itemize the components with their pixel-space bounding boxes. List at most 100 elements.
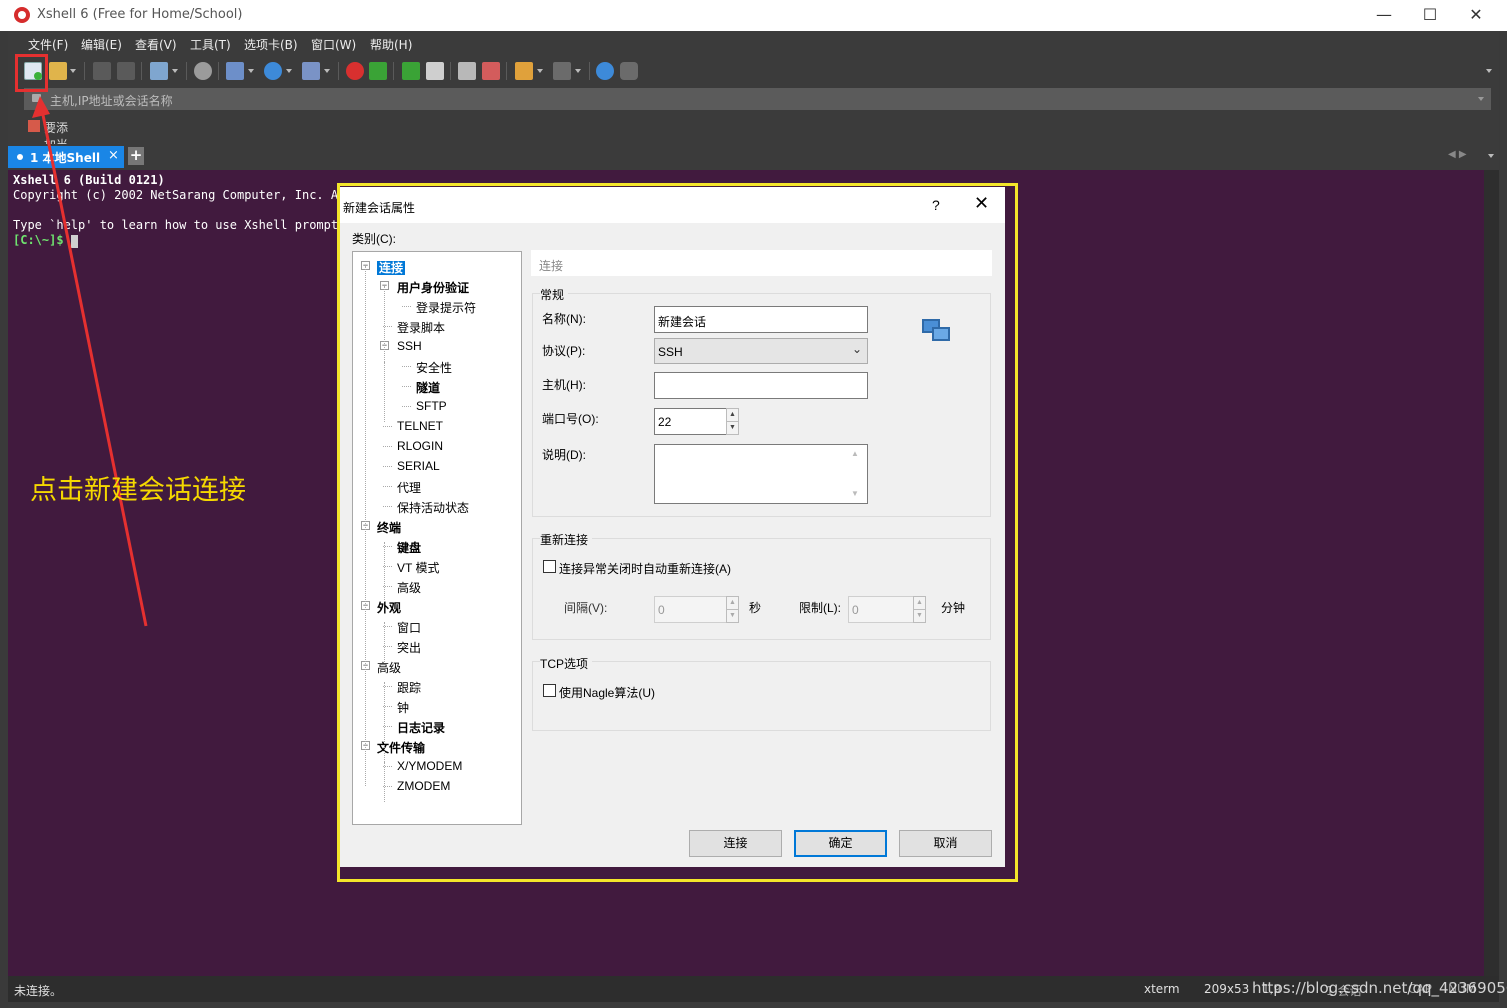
limit-label: 限制(L): (799, 601, 842, 615)
port-decrement-button[interactable]: ▼ (726, 421, 739, 435)
tree-item[interactable]: 钟 (397, 699, 409, 716)
tree-item-label: 连接 (377, 261, 406, 275)
tree-guide (365, 266, 366, 786)
ok-button[interactable]: 确定 (794, 830, 887, 857)
tree-item[interactable]: SSH (397, 339, 422, 353)
arrow-head (32, 96, 50, 118)
limit-unit: 分钟 (941, 601, 966, 615)
tree-item[interactable]: TELNET (397, 419, 443, 433)
tree-item[interactable]: 高级 (377, 659, 401, 676)
tree-item-label: 安全性 (416, 361, 453, 375)
nagle-checkbox[interactable] (543, 684, 556, 697)
limit-field[interactable]: 0 (848, 596, 914, 623)
tree-item-label: 登录脚本 (397, 321, 446, 335)
tree-connector (402, 386, 411, 387)
tree-item[interactable]: 代理 (397, 479, 421, 496)
tree-item[interactable]: 日志记录 (397, 719, 445, 736)
interval-label: 间隔(V): (564, 601, 608, 615)
connect-button[interactable]: 连接 (689, 830, 782, 857)
reconnect-group-title: 重新连接 (540, 531, 593, 548)
tree-item-label: 窗口 (397, 621, 422, 635)
auto-reconnect-checkbox[interactable] (543, 560, 556, 573)
tree-connector (402, 406, 411, 407)
tree-item-label: 跟踪 (397, 681, 422, 695)
tree-guide (384, 362, 385, 422)
tree-item[interactable]: 跟踪 (397, 679, 421, 696)
tree-guide (384, 622, 385, 662)
tree-item[interactable]: 高级 (397, 579, 421, 596)
tree-connector (383, 466, 392, 467)
protocol-value: SSH (658, 345, 683, 359)
dialog-titlebar: 新建会话属性 ? ✕ (340, 187, 1005, 223)
tree-item[interactable]: 保持活动状态 (397, 499, 469, 516)
tree-item[interactable]: X/YMODEM (397, 759, 462, 773)
tcp-group-title: TCP选项 (540, 655, 593, 672)
tree-connector (402, 366, 411, 367)
tree-item-label: 外观 (377, 601, 402, 615)
interval-decrement-button[interactable]: ▼ (726, 609, 739, 623)
tree-item[interactable]: VT 模式 (397, 559, 439, 576)
dialog-help-button[interactable]: ? (932, 197, 940, 213)
reconnect-group (532, 538, 991, 640)
interval-increment-button[interactable]: ▲ (726, 596, 739, 610)
protocol-select[interactable]: SSH ⌄ (654, 338, 868, 364)
tree-item[interactable]: ZMODEM (397, 779, 450, 793)
protocol-label: 协议(P): (542, 344, 586, 358)
tree-item-label: SERIAL (397, 459, 440, 473)
port-field[interactable]: 22 (654, 408, 727, 435)
tree-item-label: ZMODEM (397, 779, 451, 793)
category-label: 类别(C): (352, 232, 396, 246)
tree-guide (384, 682, 385, 762)
tree-connector (402, 306, 411, 307)
tree-item-label: 钟 (397, 701, 410, 715)
tree-item-label: 终端 (377, 521, 402, 535)
host-field[interactable] (654, 372, 868, 399)
tree-item-label: TELNET (397, 419, 444, 433)
tree-item[interactable]: 登录脚本 (397, 319, 445, 336)
limit-increment-button[interactable]: ▲ (913, 596, 926, 610)
tree-item[interactable]: 外观 (377, 599, 401, 616)
tree-item[interactable]: 安全性 (416, 359, 452, 376)
network-computer-icon (920, 315, 952, 345)
chevron-down-icon: ⌄ (851, 342, 862, 356)
tree-connector (383, 486, 392, 487)
tree-item-label: SFTP (416, 399, 447, 413)
tree-item-label: 登录提示符 (416, 301, 477, 315)
annotation-text: 点击新建会话连接 (30, 475, 246, 506)
scroll-up-icon: ▲ (851, 449, 859, 458)
tree-item-label: RLOGIN (397, 439, 444, 453)
interval-unit: 秒 (749, 601, 762, 615)
limit-decrement-button[interactable]: ▼ (913, 609, 926, 623)
nagle-label: 使用Nagle算法(U) (559, 686, 656, 700)
port-label: 端口号(O): (542, 412, 599, 426)
description-field[interactable] (654, 444, 868, 504)
name-field[interactable]: 新建会话 (654, 306, 868, 333)
tree-item-label: VT 模式 (397, 561, 440, 575)
tree-item[interactable]: RLOGIN (397, 439, 443, 453)
section-title: 连接 (539, 259, 564, 273)
tree-item[interactable]: 窗口 (397, 619, 421, 636)
tree-item[interactable]: SFTP (416, 399, 447, 413)
dialog-close-button[interactable]: ✕ (974, 193, 989, 214)
host-label: 主机(H): (542, 378, 586, 392)
tree-item[interactable]: 隧道 (416, 379, 440, 396)
tree-item[interactable]: 键盘 (397, 539, 421, 556)
tree-item[interactable]: 用户身份验证 (397, 279, 469, 296)
tree-item[interactable]: 登录提示符 (416, 299, 476, 316)
tree-connector (383, 446, 392, 447)
tree-item[interactable]: 连接 (377, 259, 406, 276)
name-label: 名称(N): (542, 312, 586, 326)
tree-item-label: 高级 (397, 581, 422, 595)
cancel-button[interactable]: 取消 (899, 830, 992, 857)
arrow-shaft (40, 109, 148, 627)
description-label: 说明(D): (542, 448, 586, 462)
new-session-dialog: 新建会话属性 ? ✕ 类别(C): − 连接 − 用户身份验证 登录提示符 登录脚本 − SS… (340, 187, 1005, 867)
tree-item[interactable]: SERIAL (397, 459, 440, 473)
tree-item-label: 保持活动状态 (397, 501, 470, 515)
category-tree[interactable]: − 连接 − 用户身份验证 登录提示符 登录脚本 − SSH 安全性 隧道 SFTP TELNET RL… (352, 251, 522, 825)
tree-item[interactable]: 突出 (397, 639, 421, 656)
tree-item[interactable]: 终端 (377, 519, 401, 536)
port-increment-button[interactable]: ▲ (726, 408, 739, 422)
tree-item-label: 用户身份验证 (397, 281, 470, 295)
interval-field[interactable]: 0 (654, 596, 727, 623)
